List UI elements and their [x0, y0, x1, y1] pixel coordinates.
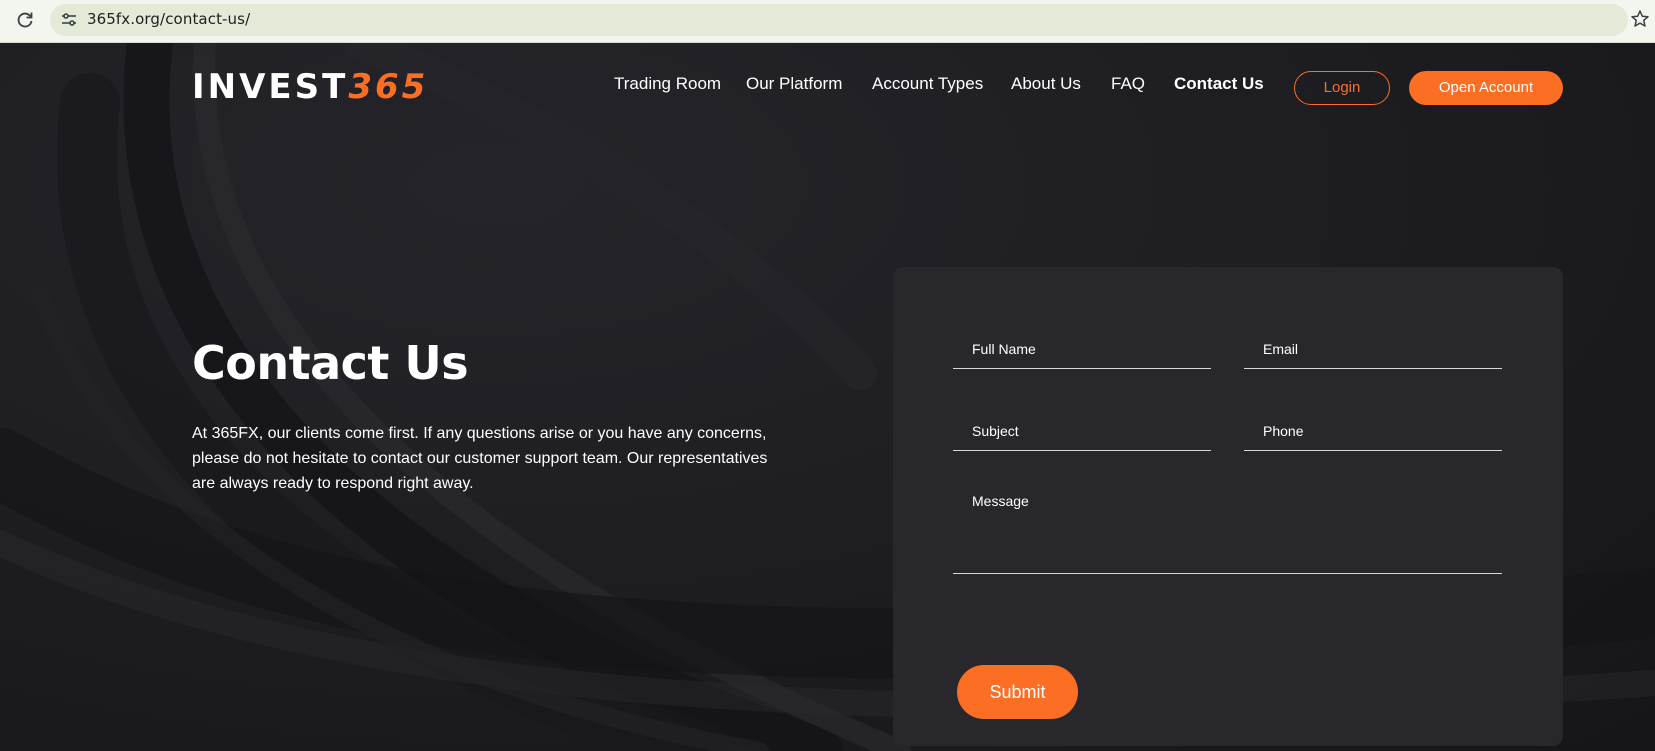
site-info-icon[interactable] [60, 11, 78, 29]
browser-toolbar: 365fx.org/contact-us/ [0, 0, 1655, 43]
message-field[interactable] [953, 478, 1502, 574]
nav-faq[interactable]: FAQ [1111, 74, 1145, 98]
reload-icon[interactable] [14, 9, 36, 31]
login-button[interactable]: Login [1294, 71, 1390, 105]
star-icon[interactable] [1630, 9, 1650, 29]
subject-field[interactable] [953, 411, 1211, 451]
address-bar[interactable]: 365fx.org/contact-us/ [50, 4, 1628, 36]
email-field[interactable] [1244, 329, 1502, 369]
phone-field[interactable] [1244, 411, 1502, 451]
url-text[interactable]: 365fx.org/contact-us/ [87, 10, 250, 28]
logo-text: INVEST [192, 67, 349, 107]
nav-contact-us[interactable]: Contact Us [1174, 74, 1264, 98]
logo-number: 365 [348, 67, 429, 107]
submit-button[interactable]: Submit [957, 665, 1078, 719]
contact-form: Submit [893, 267, 1563, 746]
page: INVEST365 Trading Room Our Platform Acco… [0, 43, 1655, 751]
nav-trading-room[interactable]: Trading Room [614, 74, 721, 98]
logo[interactable]: INVEST365 [192, 70, 428, 104]
nav-our-platform[interactable]: Our Platform [746, 74, 842, 98]
nav-about-us[interactable]: About Us [1011, 74, 1081, 98]
full-name-field[interactable] [953, 329, 1211, 369]
page-title: Contact Us [192, 336, 469, 390]
open-account-button[interactable]: Open Account [1409, 71, 1563, 105]
intro-text: At 365FX, our clients come first. If any… [192, 425, 768, 492]
nav-account-types[interactable]: Account Types [872, 74, 983, 98]
